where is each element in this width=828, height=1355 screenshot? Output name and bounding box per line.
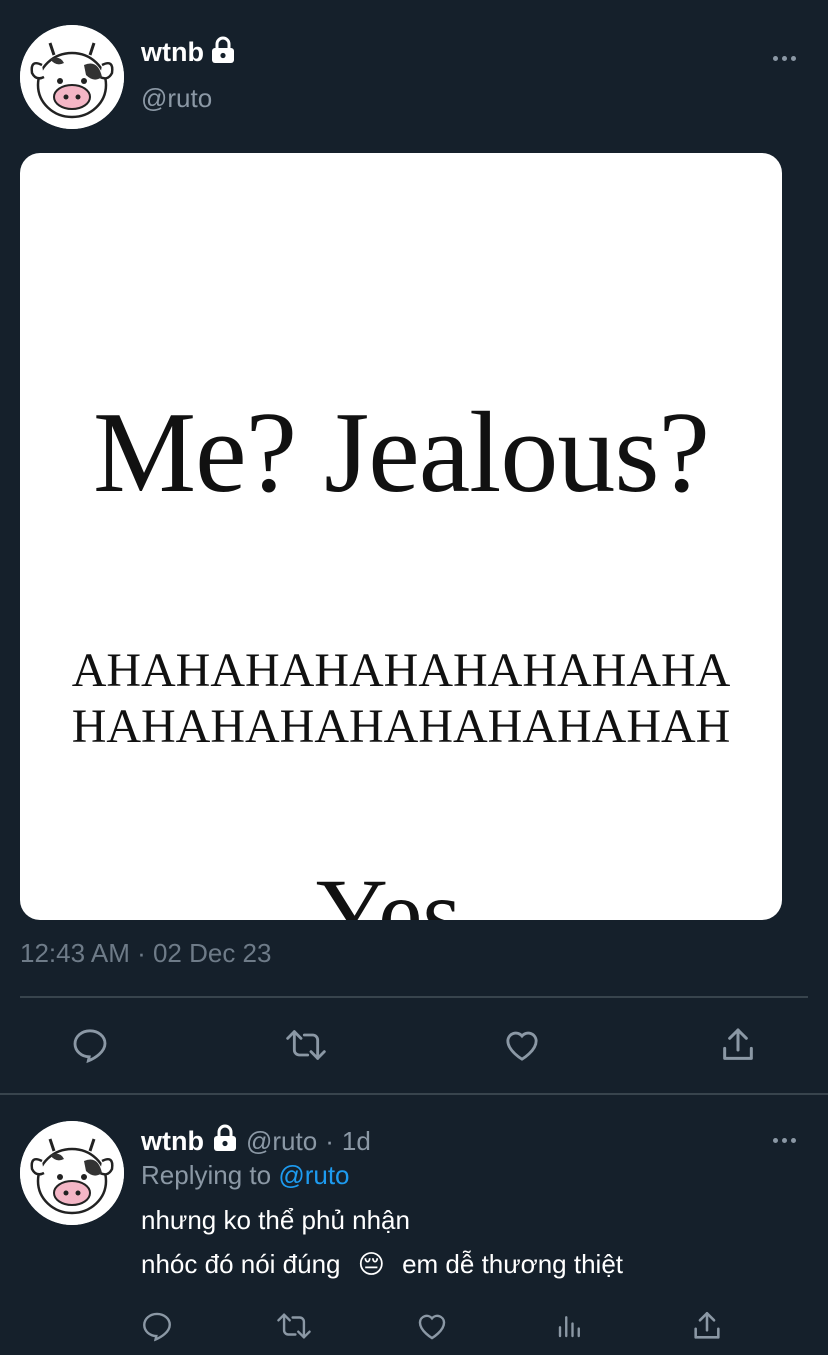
replying-to-link[interactable]: @ruto <box>278 1160 349 1190</box>
reply-text-line1: nhưng ko thể phủ nhận <box>141 1205 410 1235</box>
author-name-row[interactable]: wtnb <box>141 36 236 69</box>
reply-icon[interactable] <box>134 1303 180 1349</box>
retweet-icon[interactable] <box>271 1303 317 1349</box>
image-text-line2b: HAHAHAHAHAHAHAHAHAH <box>71 700 731 753</box>
share-icon[interactable] <box>714 1021 762 1069</box>
image-text-line2: AHAHAHAHAHAHAHAHAHA HAHAHAHAHAHAHAHAHAH <box>20 643 782 755</box>
avatar[interactable] <box>20 25 124 129</box>
image-text-line3: Yes. <box>315 858 487 921</box>
replying-to: Replying to @ruto <box>141 1160 350 1191</box>
reply-more-options-icon[interactable] <box>773 1138 796 1143</box>
author-name[interactable]: wtnb <box>141 37 204 68</box>
lock-icon <box>210 36 236 69</box>
separator: · <box>325 1126 334 1156</box>
lock-icon <box>212 1124 238 1159</box>
reply-author-handle[interactable]: @ruto <box>246 1126 317 1157</box>
reply-age[interactable]: 1d <box>342 1126 371 1157</box>
pensive-emoji-icon: 😔 <box>357 1249 385 1279</box>
more-options-icon[interactable] <box>773 56 796 61</box>
tweet-timestamp[interactable]: 12:43 AM · 02 Dec 23 <box>20 938 271 969</box>
reply-text-line2-before: nhóc đó nói đúng <box>141 1249 341 1279</box>
reply-text-line2: nhóc đó nói đúng 😔 em dễ thương thiệt <box>141 1249 623 1280</box>
share-icon[interactable] <box>684 1303 730 1349</box>
reply-header: wtnb @ruto · 1d <box>141 1124 371 1159</box>
author-handle[interactable]: @ruto <box>141 83 212 114</box>
retweet-icon[interactable] <box>282 1021 330 1069</box>
reply-text-line2-after: em dễ thương thiệt <box>402 1249 624 1279</box>
like-icon[interactable] <box>409 1303 455 1349</box>
like-icon[interactable] <box>498 1021 546 1069</box>
tweet-image[interactable]: Me? Jealous? AHAHAHAHAHAHAHAHAHA HAHAHAH… <box>20 153 782 920</box>
reply-icon[interactable] <box>66 1021 114 1069</box>
reply-author-name[interactable]: wtnb <box>141 1126 204 1157</box>
reply-avatar[interactable] <box>20 1121 124 1225</box>
image-text-line2a: AHAHAHAHAHAHAHAHAHA <box>71 644 731 697</box>
replying-prefix: Replying to <box>141 1160 279 1190</box>
divider <box>20 996 808 998</box>
analytics-icon[interactable] <box>547 1303 593 1349</box>
image-text-line1: Me? Jealous? <box>92 389 710 517</box>
section-divider <box>0 1093 828 1095</box>
